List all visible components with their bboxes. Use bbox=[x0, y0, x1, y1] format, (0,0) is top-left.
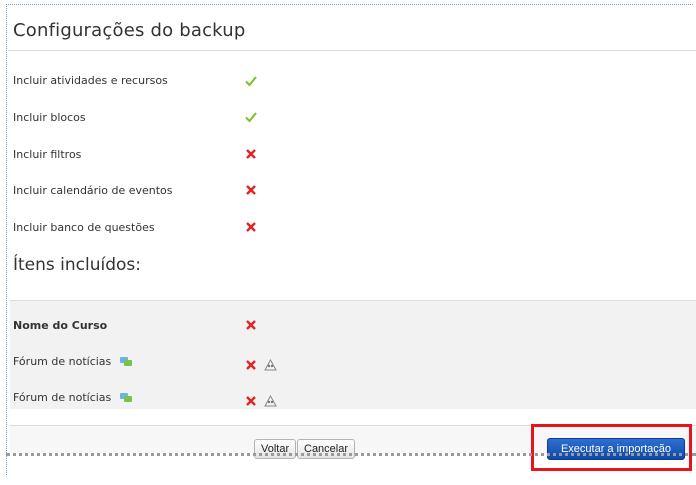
cross-icon bbox=[246, 149, 256, 159]
forum-icon bbox=[119, 393, 132, 402]
included-items-box: Nome do Curso Fórum de notícias Fórum de… bbox=[10, 300, 696, 409]
cross-icon bbox=[246, 395, 256, 406]
setting-label-question-bank: Incluir banco de questões bbox=[13, 221, 155, 234]
setting-label-activities: Incluir atividades e recursos bbox=[13, 74, 168, 87]
people-icon bbox=[264, 358, 277, 370]
forum-label: Fórum de notícias bbox=[13, 391, 112, 404]
cross-icon bbox=[246, 222, 256, 232]
forum-status bbox=[245, 354, 277, 373]
check-icon bbox=[245, 76, 257, 87]
backup-settings-title: Configurações do backup bbox=[13, 20, 246, 41]
forum-icon bbox=[119, 357, 132, 366]
title-divider bbox=[8, 50, 696, 51]
back-button[interactable]: Voltar bbox=[254, 439, 297, 459]
highlight-box bbox=[531, 424, 692, 471]
setting-label-calendar: Incluir calendário de eventos bbox=[13, 184, 173, 197]
included-course-name: Nome do Curso bbox=[13, 319, 108, 332]
included-items-title: Ítens incluídos: bbox=[13, 255, 142, 275]
setting-label-blocks: Incluir blocos bbox=[13, 111, 86, 124]
forum-label: Fórum de notícias bbox=[13, 355, 112, 368]
forum-status bbox=[245, 390, 277, 409]
check-icon bbox=[245, 112, 257, 123]
people-icon bbox=[264, 394, 277, 406]
cancel-button[interactable]: Cancelar bbox=[297, 439, 356, 459]
included-forum-item: Fórum de notícias bbox=[13, 355, 132, 368]
cross-icon bbox=[246, 185, 256, 195]
setting-label-filters: Incluir filtros bbox=[13, 148, 82, 161]
frame-bottom-border bbox=[6, 453, 696, 456]
cross-icon bbox=[246, 359, 256, 370]
cross-icon bbox=[246, 320, 256, 330]
included-forum-item: Fórum de notícias bbox=[13, 391, 132, 404]
